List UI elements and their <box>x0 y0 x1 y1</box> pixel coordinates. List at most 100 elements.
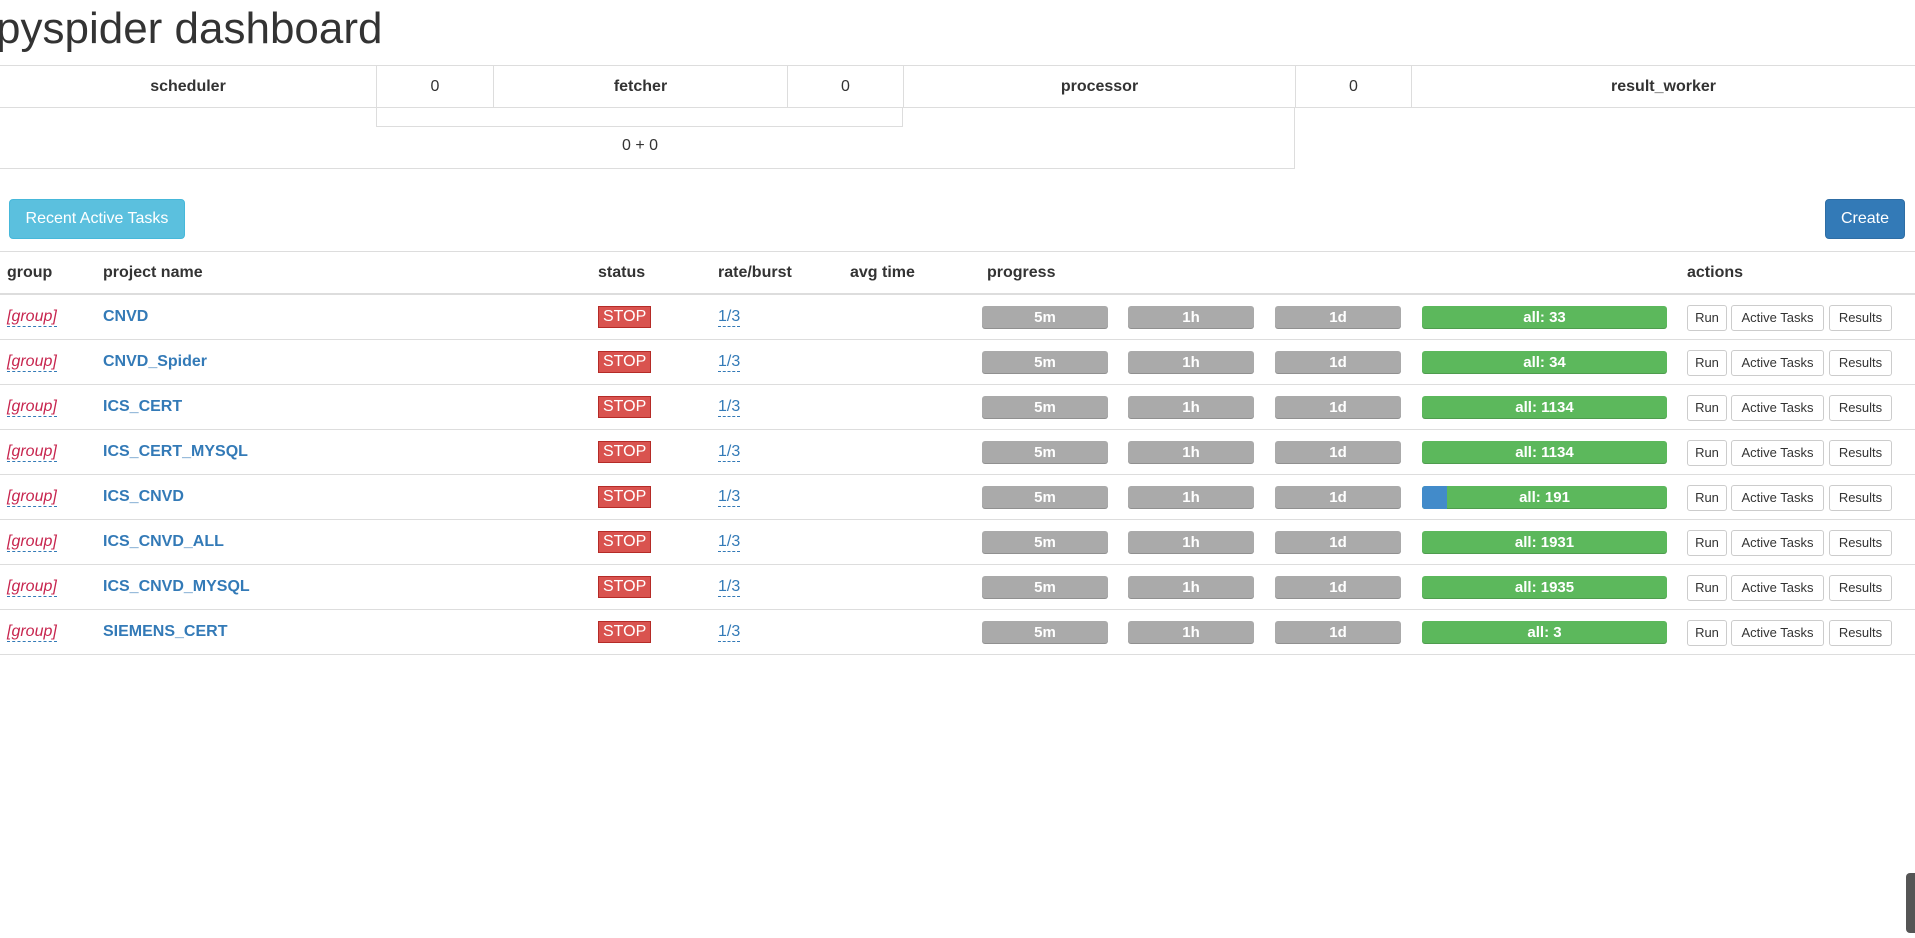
run-button[interactable]: Run <box>1687 305 1727 331</box>
fetcher-label: fetcher <box>493 66 787 108</box>
group-cell: [group] <box>7 565 57 609</box>
group-cell: [group] <box>7 475 57 519</box>
project-name-cell: SIEMENS_CERT <box>103 610 227 654</box>
rate-burst-link[interactable]: 1/3 <box>718 353 741 372</box>
active-tasks-button[interactable]: Active Tasks <box>1731 305 1824 331</box>
run-button[interactable]: Run <box>1687 575 1727 601</box>
header-project-name: project name <box>103 264 203 281</box>
rate-burst-link[interactable]: 1/3 <box>718 623 741 642</box>
progress-1h-bar: 1h <box>1128 576 1254 599</box>
table-row: [group] ICS_CNVD STOP 1/3 5m 1h 1d all: 191 Run A… <box>0 475 1915 520</box>
queue-sum-text: 0 + 0 <box>621 137 659 154</box>
active-tasks-button[interactable]: Active Tasks <box>1731 440 1824 466</box>
header-rate-burst: rate/burst <box>718 264 792 281</box>
header-group: group <box>7 264 53 281</box>
project-name-cell: CNVD <box>103 295 148 339</box>
create-project-button[interactable]: Create <box>1825 199 1905 239</box>
results-button[interactable]: Results <box>1829 305 1892 331</box>
project-name-link[interactable]: CNVD_Spider <box>103 353 207 370</box>
page-title: pyspider dashboard <box>0 4 383 53</box>
progress-all-bar: all: 1931 <box>1422 531 1667 554</box>
rate-burst-link[interactable]: 1/3 <box>718 398 741 417</box>
run-button[interactable]: Run <box>1687 395 1727 421</box>
active-tasks-button[interactable]: Active Tasks <box>1731 485 1824 511</box>
active-tasks-button[interactable]: Active Tasks <box>1731 395 1824 421</box>
projects-table: group project name status rate/burst avg… <box>0 251 1915 655</box>
results-button[interactable]: Results <box>1829 395 1892 421</box>
run-button[interactable]: Run <box>1687 440 1727 466</box>
group-cell: [group] <box>7 610 57 654</box>
project-name-link[interactable]: ICS_CERT <box>103 398 182 415</box>
group-link[interactable]: [group] <box>7 308 57 327</box>
progress-5m-bar: 5m <box>982 621 1108 644</box>
run-button[interactable]: Run <box>1687 620 1727 646</box>
active-tasks-button[interactable]: Active Tasks <box>1731 575 1824 601</box>
results-button[interactable]: Results <box>1829 350 1892 376</box>
progress-all-bar: all: 191 <box>1422 486 1667 509</box>
group-link[interactable]: [group] <box>7 443 57 462</box>
scheduler-label: scheduler <box>150 78 226 95</box>
recent-active-tasks-button[interactable]: Recent Active Tasks <box>9 199 185 239</box>
status-cell: STOP <box>598 430 652 474</box>
progress-all-label: all: 33 <box>1523 309 1566 326</box>
status-badge[interactable]: STOP <box>598 440 652 463</box>
progress-5m-bar: 5m <box>982 531 1108 554</box>
corner-widget[interactable] <box>1906 873 1915 933</box>
results-button[interactable]: Results <box>1829 530 1892 556</box>
rate-burst-link[interactable]: 1/3 <box>718 578 741 597</box>
progress-1h-bar: 1h <box>1128 621 1254 644</box>
rate-burst-cell: 1/3 <box>718 475 741 519</box>
project-name-link[interactable]: SIEMENS_CERT <box>103 623 227 640</box>
status-badge[interactable]: STOP <box>598 305 652 328</box>
group-link[interactable]: [group] <box>7 623 57 642</box>
group-link[interactable]: [group] <box>7 353 57 372</box>
active-tasks-button[interactable]: Active Tasks <box>1731 620 1824 646</box>
project-name-link[interactable]: ICS_CNVD_MYSQL <box>103 578 250 595</box>
status-badge[interactable]: STOP <box>598 575 652 598</box>
progress-all-label: all: 1134 <box>1515 444 1574 461</box>
progress-1d-bar: 1d <box>1275 621 1401 644</box>
status-badge[interactable]: STOP <box>598 485 652 508</box>
processor-label: processor <box>903 66 1295 108</box>
active-tasks-button[interactable]: Active Tasks <box>1731 530 1824 556</box>
progress-all-label: all: 3 <box>1527 624 1562 641</box>
project-name-link[interactable]: ICS_CNVD <box>103 488 184 505</box>
table-row: [group] ICS_CERT STOP 1/3 5m 1h 1d all: 1134 Run… <box>0 385 1915 430</box>
group-link[interactable]: [group] <box>7 398 57 417</box>
fetcher-to-processor-count: 0 <box>787 66 903 108</box>
progress-all-label: all: 1134 <box>1515 399 1574 416</box>
rate-burst-link[interactable]: 1/3 <box>718 533 741 552</box>
status-badge[interactable]: STOP <box>598 620 652 643</box>
results-button[interactable]: Results <box>1829 575 1892 601</box>
header-progress: progress <box>987 264 1056 281</box>
results-button[interactable]: Results <box>1829 620 1892 646</box>
project-name-link[interactable]: ICS_CERT_MYSQL <box>103 443 248 460</box>
group-link[interactable]: [group] <box>7 533 57 552</box>
progress-all-bar: all: 3 <box>1422 621 1667 644</box>
rate-burst-cell: 1/3 <box>718 295 741 339</box>
queue-status-panel: scheduler 0 fetcher 0 processor 0 result… <box>0 65 1915 169</box>
rate-burst-link[interactable]: 1/3 <box>718 488 741 507</box>
status-badge[interactable]: STOP <box>598 530 652 553</box>
progress-all-bar: all: 1134 <box>1422 441 1667 464</box>
run-button[interactable]: Run <box>1687 530 1727 556</box>
progress-1d-bar: 1d <box>1275 531 1401 554</box>
progress-1d-bar: 1d <box>1275 576 1401 599</box>
project-name-link[interactable]: ICS_CNVD_ALL <box>103 533 224 550</box>
table-row: [group] ICS_CNVD_MYSQL STOP 1/3 5m 1h 1d all: 1… <box>0 565 1915 610</box>
group-link[interactable]: [group] <box>7 578 57 597</box>
project-name-link[interactable]: CNVD <box>103 308 148 325</box>
rate-burst-link[interactable]: 1/3 <box>718 443 741 462</box>
group-link[interactable]: [group] <box>7 488 57 507</box>
results-button[interactable]: Results <box>1829 485 1892 511</box>
rate-burst-link[interactable]: 1/3 <box>718 308 741 327</box>
status-badge[interactable]: STOP <box>598 395 652 418</box>
status-badge[interactable]: STOP <box>598 350 652 373</box>
progress-all-label: all: 1931 <box>1514 534 1575 551</box>
status-cell: STOP <box>598 475 652 519</box>
progress-1d-bar: 1d <box>1275 441 1401 464</box>
active-tasks-button[interactable]: Active Tasks <box>1731 350 1824 376</box>
run-button[interactable]: Run <box>1687 485 1727 511</box>
run-button[interactable]: Run <box>1687 350 1727 376</box>
results-button[interactable]: Results <box>1829 440 1892 466</box>
